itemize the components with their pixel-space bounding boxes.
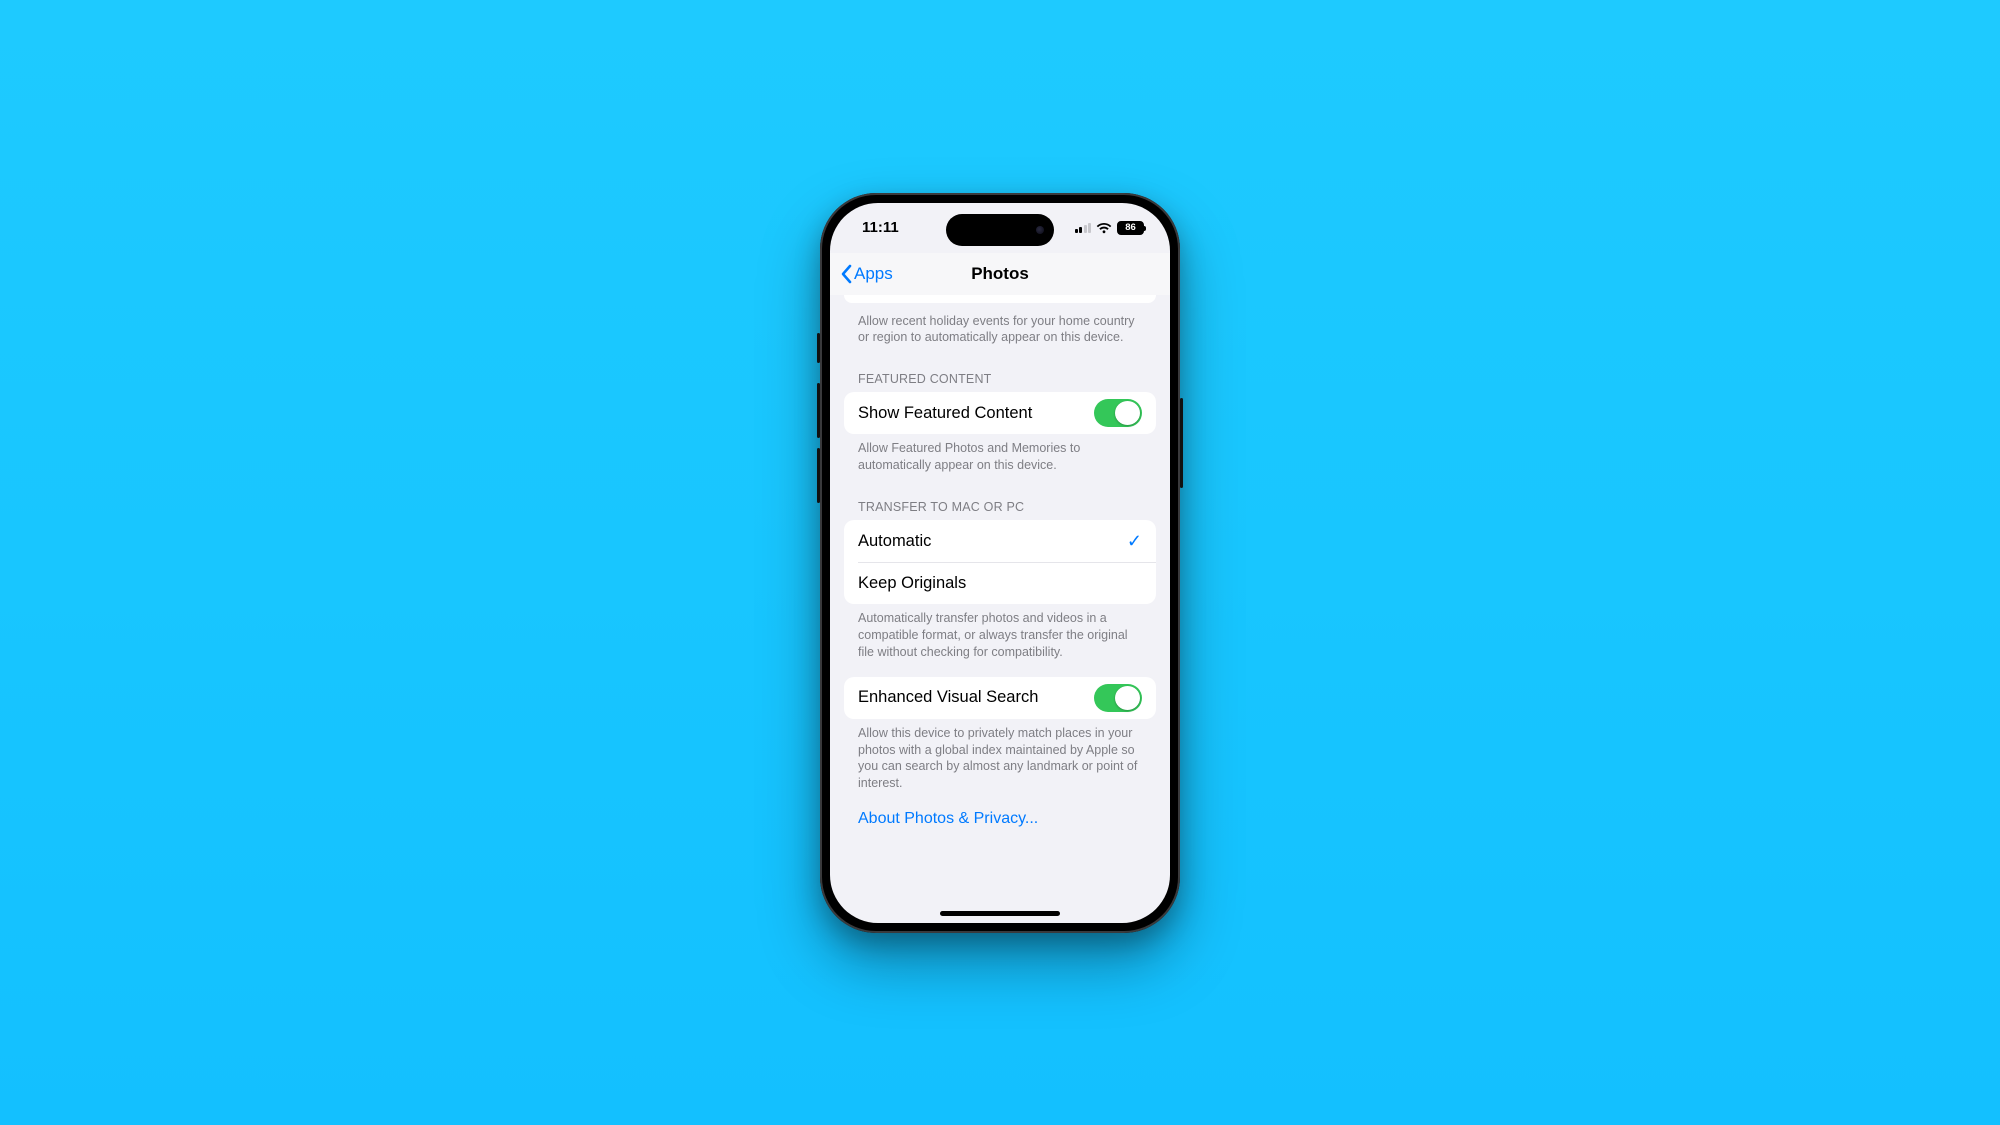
checkmark-icon: ✓ xyxy=(1127,531,1142,552)
show-featured-content-label: Show Featured Content xyxy=(858,404,1094,423)
battery-percent: 86 xyxy=(1125,222,1136,233)
transfer-option-label: Automatic xyxy=(858,532,1127,551)
featured-content-footer: Allow Featured Photos and Memories to au… xyxy=(844,434,1156,474)
featured-content-card: Show Featured Content xyxy=(844,392,1156,434)
transfer-header: TRANSFER TO MAC OR PC xyxy=(844,474,1156,520)
enhanced-visual-search-footer: Allow this device to privately match pla… xyxy=(844,719,1156,793)
battery-indicator: 86 xyxy=(1117,221,1144,235)
settings-content[interactable]: Allow recent holiday events for your hom… xyxy=(830,295,1170,923)
transfer-option-label: Keep Originals xyxy=(858,574,1142,593)
featured-content-header: FEATURED CONTENT xyxy=(844,346,1156,392)
transfer-option-keep-originals[interactable]: Keep Originals xyxy=(858,562,1156,604)
power-button xyxy=(1180,398,1183,488)
enhanced-visual-search-card: Enhanced Visual Search xyxy=(844,677,1156,719)
nav-bar: Apps Photos xyxy=(830,253,1170,295)
screen: 11:11 86 Apps xyxy=(830,203,1170,923)
enhanced-visual-search-toggle[interactable] xyxy=(1094,684,1142,712)
back-button[interactable]: Apps xyxy=(840,253,893,295)
toggle-knob xyxy=(1115,401,1140,425)
back-label: Apps xyxy=(854,264,893,284)
clock: 11:11 xyxy=(862,219,899,236)
transfer-footer: Automatically transfer photos and videos… xyxy=(844,604,1156,661)
transfer-card: Automatic ✓ Keep Originals xyxy=(844,520,1156,604)
volume-down-button xyxy=(817,448,820,503)
previous-section-card-peek xyxy=(844,295,1156,303)
toggle-knob xyxy=(1115,686,1140,710)
holiday-events-footer: Allow recent holiday events for your hom… xyxy=(844,307,1156,347)
cellular-signal-icon xyxy=(1075,222,1092,233)
home-indicator[interactable] xyxy=(940,911,1060,916)
dynamic-island xyxy=(946,214,1054,246)
wifi-icon xyxy=(1096,222,1112,234)
silent-switch xyxy=(817,333,820,363)
enhanced-visual-search-label: Enhanced Visual Search xyxy=(858,688,1094,707)
page-title: Photos xyxy=(971,264,1029,284)
show-featured-content-toggle[interactable] xyxy=(1094,399,1142,427)
about-photos-privacy-link[interactable]: About Photos & Privacy... xyxy=(844,792,1156,828)
transfer-option-automatic[interactable]: Automatic ✓ xyxy=(844,520,1156,562)
volume-up-button xyxy=(817,383,820,438)
chevron-left-icon xyxy=(840,264,852,284)
show-featured-content-row[interactable]: Show Featured Content xyxy=(844,392,1156,434)
enhanced-visual-search-row[interactable]: Enhanced Visual Search xyxy=(844,677,1156,719)
phone-frame: 11:11 86 Apps xyxy=(820,193,1180,933)
front-camera-icon xyxy=(1036,226,1044,234)
